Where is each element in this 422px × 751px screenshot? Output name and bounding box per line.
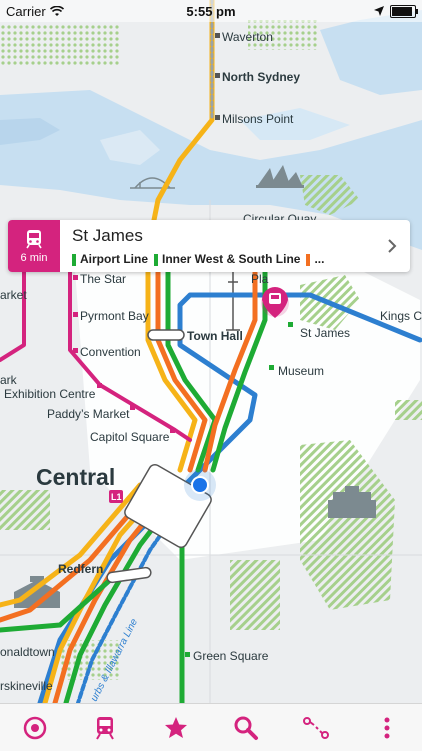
battery-icon [390,4,418,18]
tab-search[interactable] [225,707,267,749]
station-lines: Airport Line Inner West & South Line ... [72,252,362,266]
transit-map[interactable]: Waverton North Sydney Milsons Point Circ… [0,0,422,750]
svg-text:rskineville: rskineville [0,679,53,693]
svg-text:Town Hall: Town Hall [187,329,243,343]
star-icon [164,716,187,738]
svg-text:Milsons Point: Milsons Point [222,112,294,126]
svg-text:L1: L1 [111,492,122,502]
svg-text:ark: ark [0,373,18,387]
current-location-marker [184,469,216,501]
train-icon [96,716,115,740]
central-label: Central [36,464,115,490]
svg-text:Convention: Convention [80,345,141,359]
eta-badge: 6 min [8,220,60,272]
svg-text:onaldtown: onaldtown [0,645,55,659]
tab-bar [0,703,422,751]
svg-text:Museum: Museum [278,364,324,378]
svg-text:Green Square: Green Square [193,649,269,663]
status-bar: Carrier 5:55 pm [0,0,422,22]
tab-locate[interactable] [14,707,56,749]
eta-text: 6 min [20,251,48,264]
train-icon [26,229,42,248]
location-arrow-icon [374,6,384,16]
tab-favourites[interactable] [155,707,197,749]
svg-text:Paddy’s Market: Paddy’s Market [47,407,130,421]
svg-text:The Star: The Star [80,272,126,286]
svg-text:St James: St James [300,326,350,340]
svg-text:Kings Cro: Kings Cro [380,309,422,323]
svg-text:Exhibition Centre: Exhibition Centre [4,387,96,401]
tab-route[interactable] [295,707,337,749]
station-card[interactable]: 6 min St James Airport Line Inner West &… [8,220,410,272]
svg-text:Pla: Pla [251,272,269,286]
station-title: St James [72,226,143,245]
town-hall-interchange[interactable] [147,329,185,341]
route-icon [303,716,330,739]
carrier-label: Carrier [6,3,46,19]
svg-text:North Sydney: North Sydney [222,70,300,84]
line-item: Inner West & South Line [154,252,300,266]
chevron-right-icon[interactable] [374,220,410,272]
line-item: ... [306,252,324,266]
svg-text:arket: arket [0,288,27,302]
line-item: Airport Line [72,252,148,266]
svg-text:Capitol Square: Capitol Square [90,430,170,444]
wifi-icon [49,5,64,16]
svg-text:Waverton: Waverton [222,30,273,44]
search-icon [234,716,259,740]
svg-text:Redfern: Redfern [58,562,103,576]
more-icon [384,717,390,738]
tab-more[interactable] [366,707,408,749]
tab-trains[interactable] [84,707,126,749]
locate-icon [23,716,47,739]
svg-text:Pyrmont Bay: Pyrmont Bay [80,309,149,323]
